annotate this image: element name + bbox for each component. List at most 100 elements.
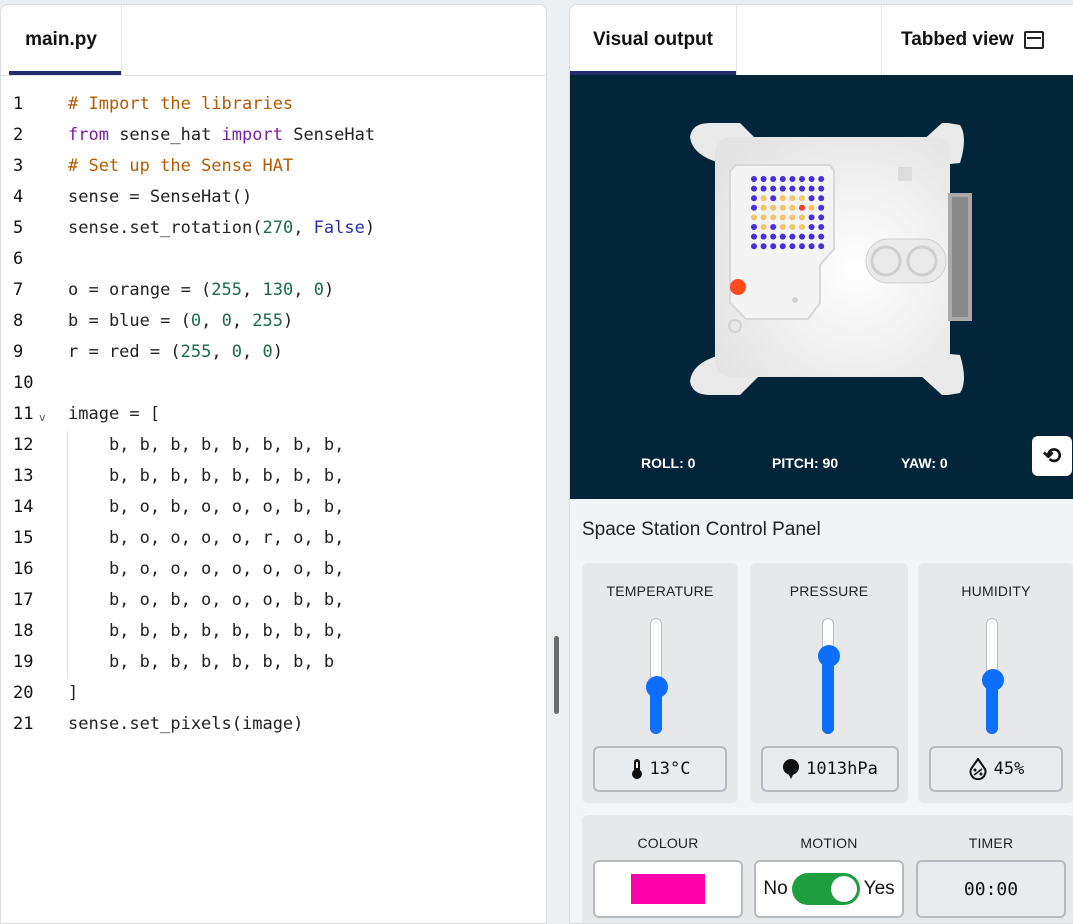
code-token: 0 [221, 311, 232, 331]
code-token: # Import the libraries [68, 94, 294, 114]
code-line[interactable]: 4 sense = SenseHat() [1, 182, 546, 213]
control-panel: Space Station Control Panel TEMPERATURE … [570, 499, 1073, 923]
humidity-label: HUMIDITY [961, 583, 1031, 599]
code-token: 255 [211, 280, 243, 300]
tabbed-view-button[interactable]: Tabbed view [881, 5, 1073, 75]
code-line[interactable]: 8 b = blue = (0, 0, 255) [1, 306, 546, 337]
led-pixel [760, 243, 767, 250]
code-token: , [293, 218, 314, 238]
code-line[interactable]: 15 b, o, o, o, o, r, o, b, [1, 523, 546, 554]
code-token: b, b, b, b, b, b, b, b, [68, 466, 345, 486]
sense-hat-visualizer[interactable]: ROLL: 0 PITCH: 90 YAW: 0 ⟲ [570, 75, 1073, 499]
code-line[interactable]: 3 # Set up the Sense HAT [1, 151, 546, 182]
line-number: 8 [13, 311, 24, 331]
motion-no-label: No [763, 878, 788, 899]
motion-toggle[interactable] [791, 873, 860, 905]
line-number: 2 [13, 125, 24, 145]
led-pixel [751, 176, 757, 182]
reset-orientation-button[interactable]: ⟲ [1032, 436, 1072, 476]
code-line[interactable]: 18 b, b, b, b, b, b, b, b, [1, 616, 546, 647]
code-token: b, b, b, b, b, b, b, b [68, 652, 335, 672]
colour-label: COLOUR [637, 835, 699, 851]
panel-resize-handle[interactable] [554, 636, 559, 714]
line-number: 18 [13, 621, 34, 641]
led-pixel [770, 185, 777, 192]
code-line[interactable]: 19 b, b, b, b, b, b, b, b [1, 647, 546, 678]
motion-yes-label: Yes [863, 878, 895, 899]
tab-visual-output[interactable]: Visual output [570, 5, 737, 75]
joystick-button[interactable] [730, 279, 746, 295]
code-token: 0 [190, 311, 202, 331]
led-pixel [789, 204, 796, 211]
led-pixel [760, 214, 767, 221]
led-pixel [789, 195, 796, 202]
line-number: 12 [13, 435, 34, 455]
code-text: ] [68, 678, 78, 709]
sense-hat-board[interactable] [570, 75, 1073, 499]
code-line[interactable]: 2 from sense_hat import SenseHat [1, 120, 546, 151]
code-line[interactable]: 16 b, o, o, o, o, o, o, b, [1, 554, 546, 585]
code-line[interactable]: 10 [1, 368, 546, 399]
code-text: b, o, o, o, o, r, o, b, [68, 523, 344, 554]
led-pixel [779, 185, 786, 192]
led-pixel [818, 233, 825, 240]
code-token: b, b, b, b, b, b, b, b, [68, 621, 345, 641]
led-pixel [808, 214, 815, 221]
code-line[interactable]: 17 b, o, b, o, o, o, b, b, [1, 585, 546, 616]
fold-chevron-icon[interactable]: v [39, 402, 46, 433]
code-line[interactable]: 11 v image = [ [1, 399, 546, 430]
code-line[interactable]: 1 # Import the libraries [1, 89, 546, 120]
code-text: b = blue = (0, 0, 255) [68, 306, 293, 337]
code-token: , [293, 280, 314, 300]
humidity-slider[interactable] [982, 618, 1004, 734]
code-line[interactable]: 6 [1, 244, 546, 275]
colour-picker[interactable] [593, 860, 743, 918]
code-token: 0 [313, 280, 324, 300]
code-token: sense_hat [108, 125, 222, 145]
editor-tab-bar: main.py [1, 5, 546, 76]
output-panel: Visual output Tabbed view ROLL: 0 PITCH:… [569, 4, 1073, 924]
tab-main-py[interactable]: main.py [1, 5, 122, 75]
led-pixel [808, 176, 815, 182]
pressure-slider-thumb[interactable] [818, 645, 840, 668]
code-line[interactable]: 14 b, o, b, o, o, o, b, b, [1, 492, 546, 523]
code-text: r = red = (255, 0, 0) [68, 337, 283, 368]
code-line[interactable]: 7 o = orange = (255, 130, 0) [1, 275, 546, 306]
code-token: , [242, 342, 263, 362]
led-pixel [760, 204, 767, 211]
line-number: 3 [13, 156, 24, 176]
pressure-slider[interactable] [818, 618, 840, 734]
code-token: False [313, 218, 365, 238]
code-token: b, o, b, o, o, o, b, b, [68, 590, 345, 610]
code-line[interactable]: 12 b, b, b, b, b, b, b, b, [1, 430, 546, 461]
humidity-sensor-housing [865, 238, 947, 284]
code-area[interactable]: 1 # Import the libraries 2 from sense_hat i… [1, 89, 546, 740]
temperature-slider[interactable] [646, 618, 668, 734]
gpio-pins [952, 197, 968, 317]
line-number: 16 [13, 559, 34, 579]
led-pixel [808, 185, 815, 192]
line-number: 9 [13, 342, 24, 362]
code-editor-panel: main.py 1 # Import the libraries 2 from sen… [0, 4, 547, 924]
led-pixel [808, 224, 815, 230]
roll-readout: ROLL: 0 [641, 455, 696, 471]
code-text: image = [ [68, 399, 160, 430]
led-pixel [808, 233, 815, 240]
code-text: b, o, b, o, o, o, b, b, [68, 492, 344, 523]
led-pixel [818, 243, 825, 250]
temperature-slider-thumb[interactable] [646, 676, 668, 699]
code-line[interactable]: 9 r = red = (255, 0, 0) [1, 337, 546, 368]
led-pixel [751, 214, 757, 221]
led-pixel [808, 243, 815, 250]
led-pixel [770, 224, 777, 230]
code-token: b, o, b, o, o, o, b, b, [68, 497, 345, 517]
code-line[interactable]: 13 b, b, b, b, b, b, b, b, [1, 461, 546, 492]
led-pixel [779, 204, 786, 211]
humidity-slider-thumb[interactable] [982, 668, 1004, 691]
code-line[interactable]: 21 sense.set_pixels(image) [1, 709, 546, 740]
timer-display: 00:00 [916, 860, 1066, 918]
code-line[interactable]: 5 sense.set_rotation(270, False) [1, 213, 546, 244]
code-line[interactable]: 20] [1, 678, 546, 709]
temperature-value: 13°C [649, 759, 691, 779]
pressure-label: PRESSURE [789, 583, 869, 599]
